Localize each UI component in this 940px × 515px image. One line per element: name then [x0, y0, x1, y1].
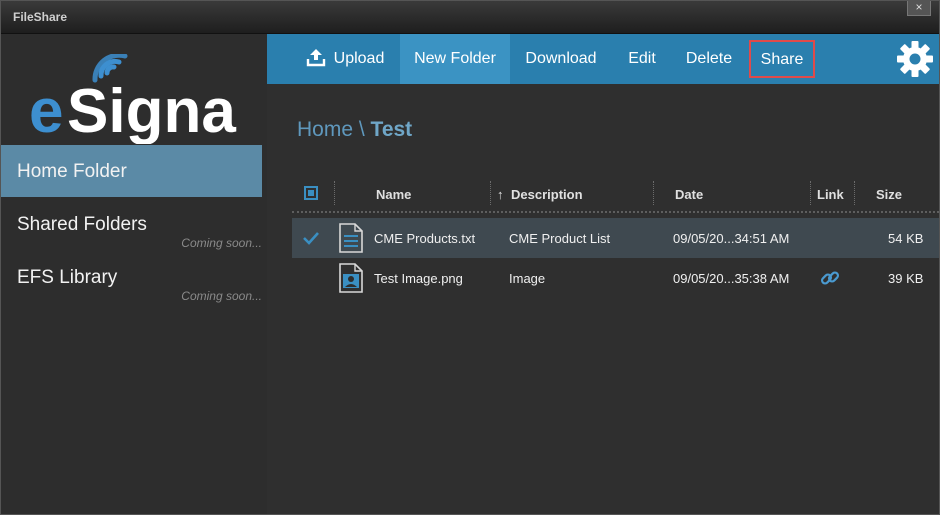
window-title: FileShare [13, 10, 68, 24]
close-button[interactable]: × [907, 1, 931, 16]
title-bar[interactable]: FileShare × [1, 1, 939, 34]
file-name: CME Products.txt [374, 231, 476, 246]
table-header: Name ↑ Description Date Link Size [292, 179, 939, 213]
column-separator [490, 181, 491, 205]
breadcrumb-current: Test [370, 118, 413, 141]
file-description: Image [509, 271, 546, 286]
column-header-description[interactable]: Description [511, 187, 583, 202]
image-file-icon [339, 263, 363, 293]
file-size: 39 KB [888, 271, 924, 286]
new-folder-button[interactable]: New Folder [400, 34, 510, 84]
breadcrumb-home[interactable]: Home [297, 118, 353, 141]
upload-label: Upload [333, 50, 385, 67]
svg-text:Signal: Signal [67, 77, 239, 144]
coming-soon-note: Coming soon... [181, 236, 262, 250]
coming-soon-note: Coming soon... [181, 289, 262, 303]
sidebar-item-efs-library[interactable]: EFS Library Coming soon... [1, 251, 262, 303]
esignal-logo: e Signal [29, 54, 239, 144]
sort-arrow-icon: ↑ [497, 187, 504, 202]
column-header-link[interactable]: Link [817, 187, 844, 202]
file-description: CME Product List [509, 231, 611, 246]
sidebar-item-shared-folders[interactable]: Shared Folders Coming soon... [1, 198, 262, 250]
text-file-icon [339, 223, 363, 253]
column-separator [854, 181, 855, 205]
share-button[interactable]: Share [749, 40, 815, 78]
svg-text:e: e [29, 77, 63, 144]
sidebar-item-label: Shared Folders [17, 214, 147, 235]
file-date: 09/05/20...34:51 AM [673, 231, 790, 246]
breadcrumb: Home \ Test [297, 118, 412, 142]
column-header-size[interactable]: Size [876, 187, 902, 202]
fileshare-window: FileShare × e Signal Home Folder Shared … [0, 0, 940, 515]
sidebar: e Signal Home Folder Shared Folders Comi… [1, 34, 263, 514]
upload-icon [306, 48, 325, 66]
file-name: Test Image.png [374, 271, 463, 286]
edit-button[interactable]: Edit [622, 34, 662, 84]
column-header-name[interactable]: Name [376, 187, 411, 202]
breadcrumb-separator: \ [353, 118, 371, 141]
table-row[interactable]: Test Image.png Image 09/05/20...35:38 AM… [292, 258, 939, 298]
sidebar-item-label: EFS Library [17, 267, 118, 288]
check-icon[interactable] [302, 230, 320, 246]
delete-button[interactable]: Delete [680, 34, 738, 84]
table-row[interactable]: CME Products.txt CME Product List 09/05/… [292, 218, 939, 258]
main-panel: Upload New Folder Download Edit Delete S… [267, 34, 939, 514]
select-all-checkbox[interactable] [304, 186, 318, 200]
download-button[interactable]: Download [519, 34, 603, 84]
sidebar-item-home-folder[interactable]: Home Folder [1, 145, 262, 197]
toolbar: Upload New Folder Download Edit Delete S… [267, 34, 939, 84]
upload-button[interactable]: Upload [303, 34, 387, 84]
column-separator [334, 181, 335, 205]
file-size: 54 KB [888, 231, 924, 246]
column-separator [810, 181, 811, 205]
gear-icon[interactable] [897, 41, 933, 77]
header-divider [292, 211, 939, 213]
column-header-date[interactable]: Date [675, 187, 703, 202]
link-icon[interactable] [820, 268, 840, 288]
file-date: 09/05/20...35:38 AM [673, 271, 790, 286]
sidebar-item-label: Home Folder [17, 161, 127, 182]
column-separator [653, 181, 654, 205]
